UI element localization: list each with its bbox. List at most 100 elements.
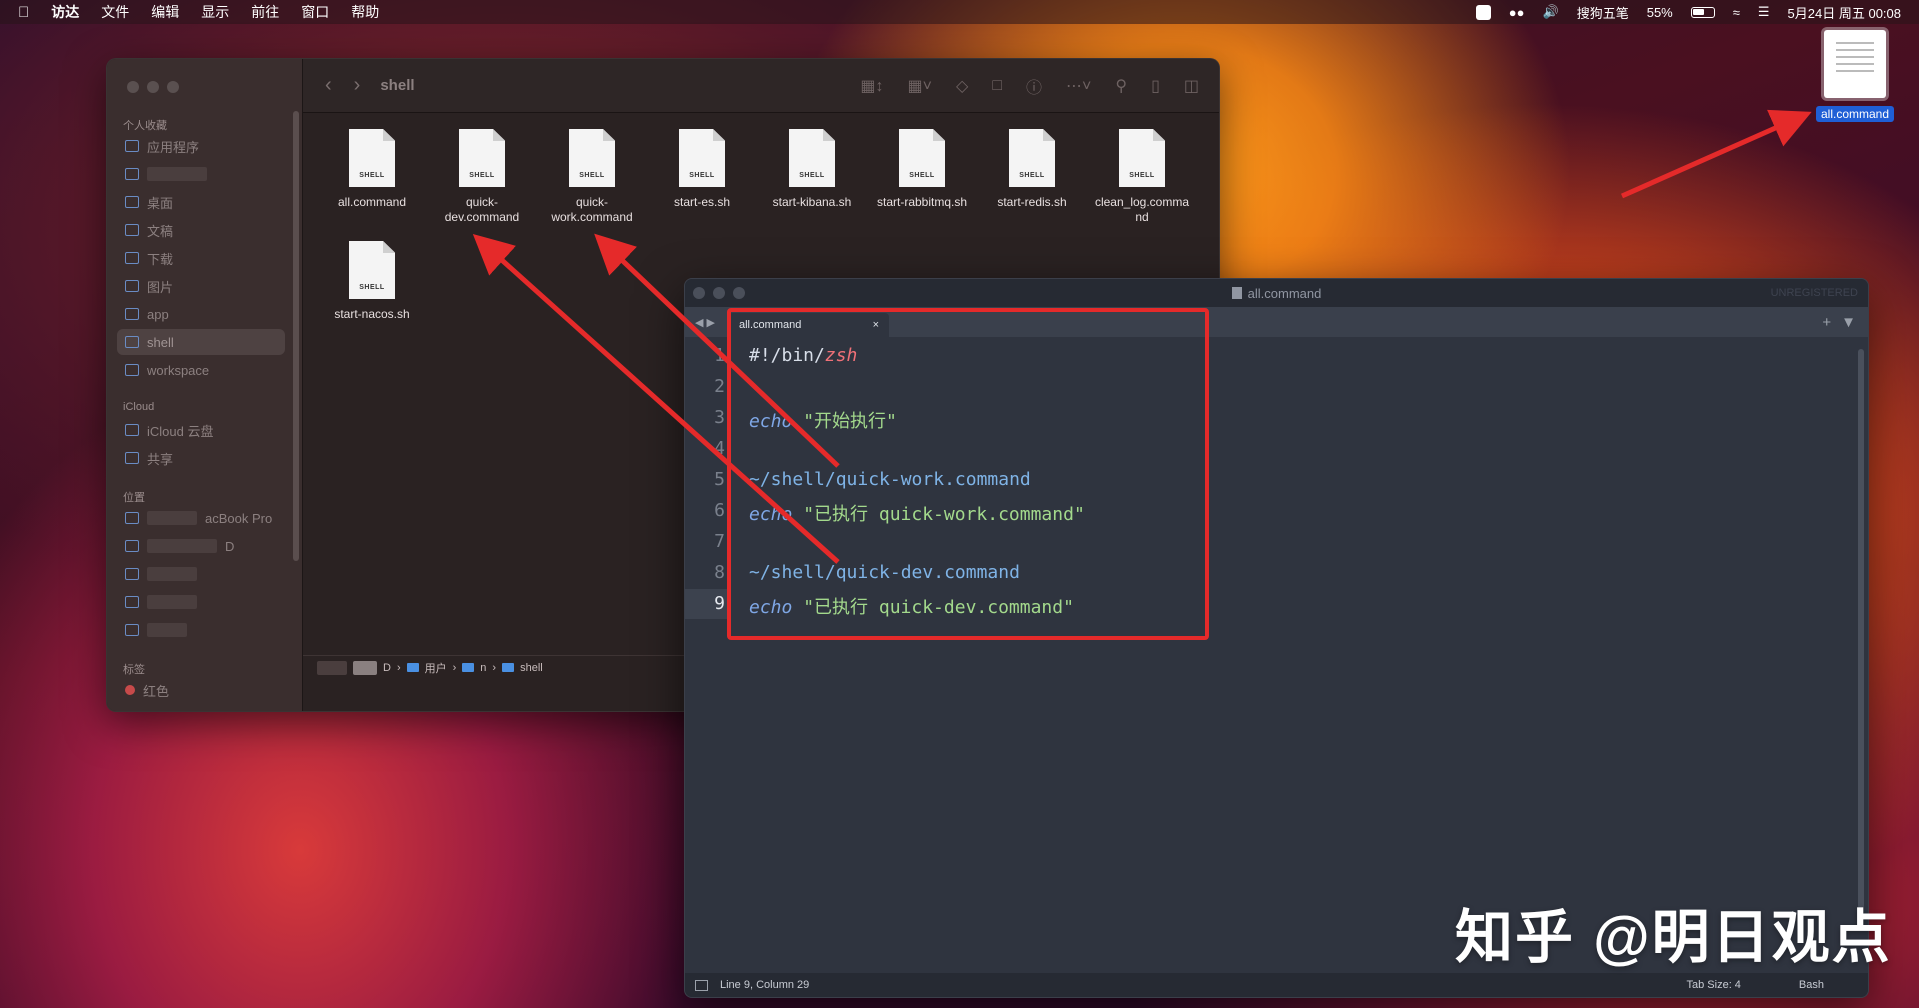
status-app-icon[interactable] bbox=[1475, 4, 1491, 20]
tag-icon[interactable]: ◇ bbox=[956, 76, 968, 96]
file-item[interactable]: SHELL all.command bbox=[318, 129, 426, 210]
sidebar-item-applications[interactable]: 应用程序 bbox=[117, 133, 285, 159]
menu-clock[interactable]: 5月24日 周五 00:08 bbox=[1788, 3, 1901, 22]
code-line: echo "开始执行" bbox=[749, 411, 897, 432]
menu-file[interactable]: 文件 bbox=[101, 2, 129, 22]
sidebar-item-downloads[interactable]: 下载 bbox=[117, 245, 285, 271]
new-folder-icon[interactable]: □ bbox=[992, 77, 1002, 95]
file-name: start-es.sh bbox=[673, 195, 730, 209]
cloud-icon bbox=[125, 424, 139, 436]
shell-file-icon: SHELL bbox=[349, 129, 395, 187]
laptop-icon bbox=[125, 512, 139, 524]
file-item[interactable]: SHELL quick- dev.command bbox=[428, 129, 536, 225]
desktop-file-icon[interactable]: all.command bbox=[1810, 30, 1900, 123]
new-tab-icon[interactable]: + bbox=[1822, 314, 1831, 331]
window-title: shell bbox=[380, 77, 415, 94]
wifi-icon[interactable]: ≈ bbox=[1733, 5, 1740, 20]
view-mode-icon[interactable]: ▦↕ bbox=[860, 76, 883, 96]
ime-indicator[interactable]: 搜狗五笔 bbox=[1577, 3, 1629, 22]
info-icon[interactable]: ⓘ bbox=[1026, 74, 1042, 98]
zoom-button[interactable] bbox=[167, 81, 179, 93]
path-segment-user[interactable]: n bbox=[480, 662, 486, 674]
path-segment-disk[interactable]: D bbox=[383, 662, 391, 674]
sidebar-item-home[interactable] bbox=[117, 161, 285, 187]
control-center-icon[interactable]: ☰ bbox=[1758, 4, 1770, 20]
sidebar-item-macbook[interactable]: acBook Pro bbox=[117, 505, 285, 531]
documents-icon bbox=[125, 224, 139, 236]
trash-icon[interactable]: ▯ bbox=[1151, 76, 1160, 96]
menu-finder[interactable]: 访达 bbox=[51, 2, 79, 22]
path-segment-users[interactable]: 用户 bbox=[425, 660, 447, 676]
file-item[interactable]: SHELL start-redis.sh bbox=[978, 129, 1086, 210]
tab-scroll-arrows-icon[interactable]: ◀ ▶ bbox=[685, 316, 729, 329]
tab-all-command[interactable]: all.command × bbox=[729, 313, 889, 337]
apple-icon[interactable]:  bbox=[18, 4, 29, 21]
volume-icon[interactable]: 🔊 bbox=[1543, 4, 1559, 20]
back-icon[interactable]: ‹ bbox=[325, 74, 332, 97]
minimize-button[interactable] bbox=[147, 81, 159, 93]
window-controls bbox=[693, 287, 745, 299]
editor-status-bar: Line 9, Column 29 Tab Size: 4 Bash bbox=[685, 973, 1868, 997]
menu-edit[interactable]: 编辑 bbox=[151, 2, 179, 22]
wechat-icon[interactable]: ●● bbox=[1509, 5, 1525, 20]
file-item[interactable]: SHELL start-rabbitmq.sh bbox=[868, 129, 976, 210]
forward-icon[interactable]: › bbox=[354, 74, 361, 97]
tab-menu-icon[interactable]: ▼ bbox=[1841, 314, 1856, 331]
sidebar-item-workspace[interactable]: workspace bbox=[117, 357, 285, 383]
syntax-selector[interactable]: Bash bbox=[1799, 979, 1824, 991]
preview-pane-icon[interactable]: ◫ bbox=[1184, 76, 1199, 96]
sidebar-section-favorites: 个人收藏 bbox=[123, 120, 167, 132]
sidebar-item-disk-4[interactable] bbox=[117, 617, 285, 643]
sidebar-item-documents[interactable]: 文稿 bbox=[117, 217, 285, 243]
menu-help[interactable]: 帮助 bbox=[351, 2, 379, 22]
shell-file-icon: SHELL bbox=[1009, 129, 1055, 187]
close-button[interactable] bbox=[693, 287, 705, 299]
code-line: #!/bin/zsh bbox=[749, 345, 858, 366]
close-button[interactable] bbox=[127, 81, 139, 93]
minimize-button[interactable] bbox=[713, 287, 725, 299]
sidebar-item-app[interactable]: app bbox=[117, 301, 285, 327]
sidebar-item-desktop[interactable]: 桌面 bbox=[117, 189, 285, 215]
battery-icon[interactable] bbox=[1690, 6, 1715, 18]
editor-scrollbar[interactable] bbox=[1858, 349, 1864, 909]
zoom-button[interactable] bbox=[733, 287, 745, 299]
unregistered-label: UNREGISTERED bbox=[1770, 287, 1858, 299]
panel-toggle-icon[interactable] bbox=[695, 979, 708, 991]
menu-go[interactable]: 前往 bbox=[251, 2, 279, 22]
shell-file-icon: SHELL bbox=[679, 129, 725, 187]
code-line: echo "已执行 quick-work.command" bbox=[749, 504, 1085, 525]
file-item[interactable]: SHELL start-kibana.sh bbox=[758, 129, 866, 210]
file-item[interactable]: SHELL clean_log.comma nd bbox=[1088, 129, 1196, 225]
battery-percent: 55% bbox=[1646, 4, 1673, 20]
line-number: 1 bbox=[714, 345, 725, 366]
menu-window[interactable]: 窗口 bbox=[301, 2, 329, 22]
menu-view[interactable]: 显示 bbox=[201, 2, 229, 22]
shell-file-icon: SHELL bbox=[1119, 129, 1165, 187]
search-icon[interactable]: ⚲ bbox=[1115, 76, 1127, 96]
sidebar-item-shell[interactable]: shell bbox=[117, 329, 285, 355]
path-segment-shell[interactable]: shell bbox=[520, 662, 543, 674]
sidebar-item-shared[interactable]: 共享 bbox=[117, 445, 285, 471]
sidebar-item-tag-red[interactable]: 红色 bbox=[117, 677, 285, 703]
tab-size-selector[interactable]: Tab Size: 4 bbox=[1687, 979, 1741, 991]
code-line: echo "已执行 quick-dev.command" bbox=[749, 597, 1074, 618]
sidebar-item-disk-3[interactable] bbox=[117, 589, 285, 615]
close-tab-icon[interactable]: × bbox=[873, 319, 879, 331]
sidebar-scrollbar[interactable] bbox=[293, 111, 299, 561]
sidebar-item-disk-2[interactable] bbox=[117, 561, 285, 587]
folder-icon bbox=[125, 308, 139, 320]
file-item[interactable]: SHELL quick- work.command bbox=[538, 129, 646, 225]
file-item[interactable]: SHELL start-es.sh bbox=[648, 129, 756, 210]
file-name: clean_log.comma nd bbox=[1094, 195, 1190, 224]
shell-file-icon: SHELL bbox=[789, 129, 835, 187]
file-item[interactable]: SHELL start-nacos.sh bbox=[318, 241, 426, 322]
sidebar-item-pictures[interactable]: 图片 bbox=[117, 273, 285, 299]
line-number: 7 bbox=[714, 531, 725, 552]
group-icon[interactable]: ▦˅ bbox=[908, 76, 932, 96]
sidebar-item-icloud-drive[interactable]: iCloud 云盘 bbox=[117, 417, 285, 443]
file-name: start-nacos.sh bbox=[334, 307, 410, 321]
watermark-text: 知乎 @明日观点 bbox=[1455, 905, 1892, 970]
more-actions-icon[interactable]: ⋯˅ bbox=[1066, 76, 1091, 96]
line-number: 6 bbox=[714, 500, 725, 521]
sidebar-item-disk[interactable]: D bbox=[117, 533, 285, 559]
